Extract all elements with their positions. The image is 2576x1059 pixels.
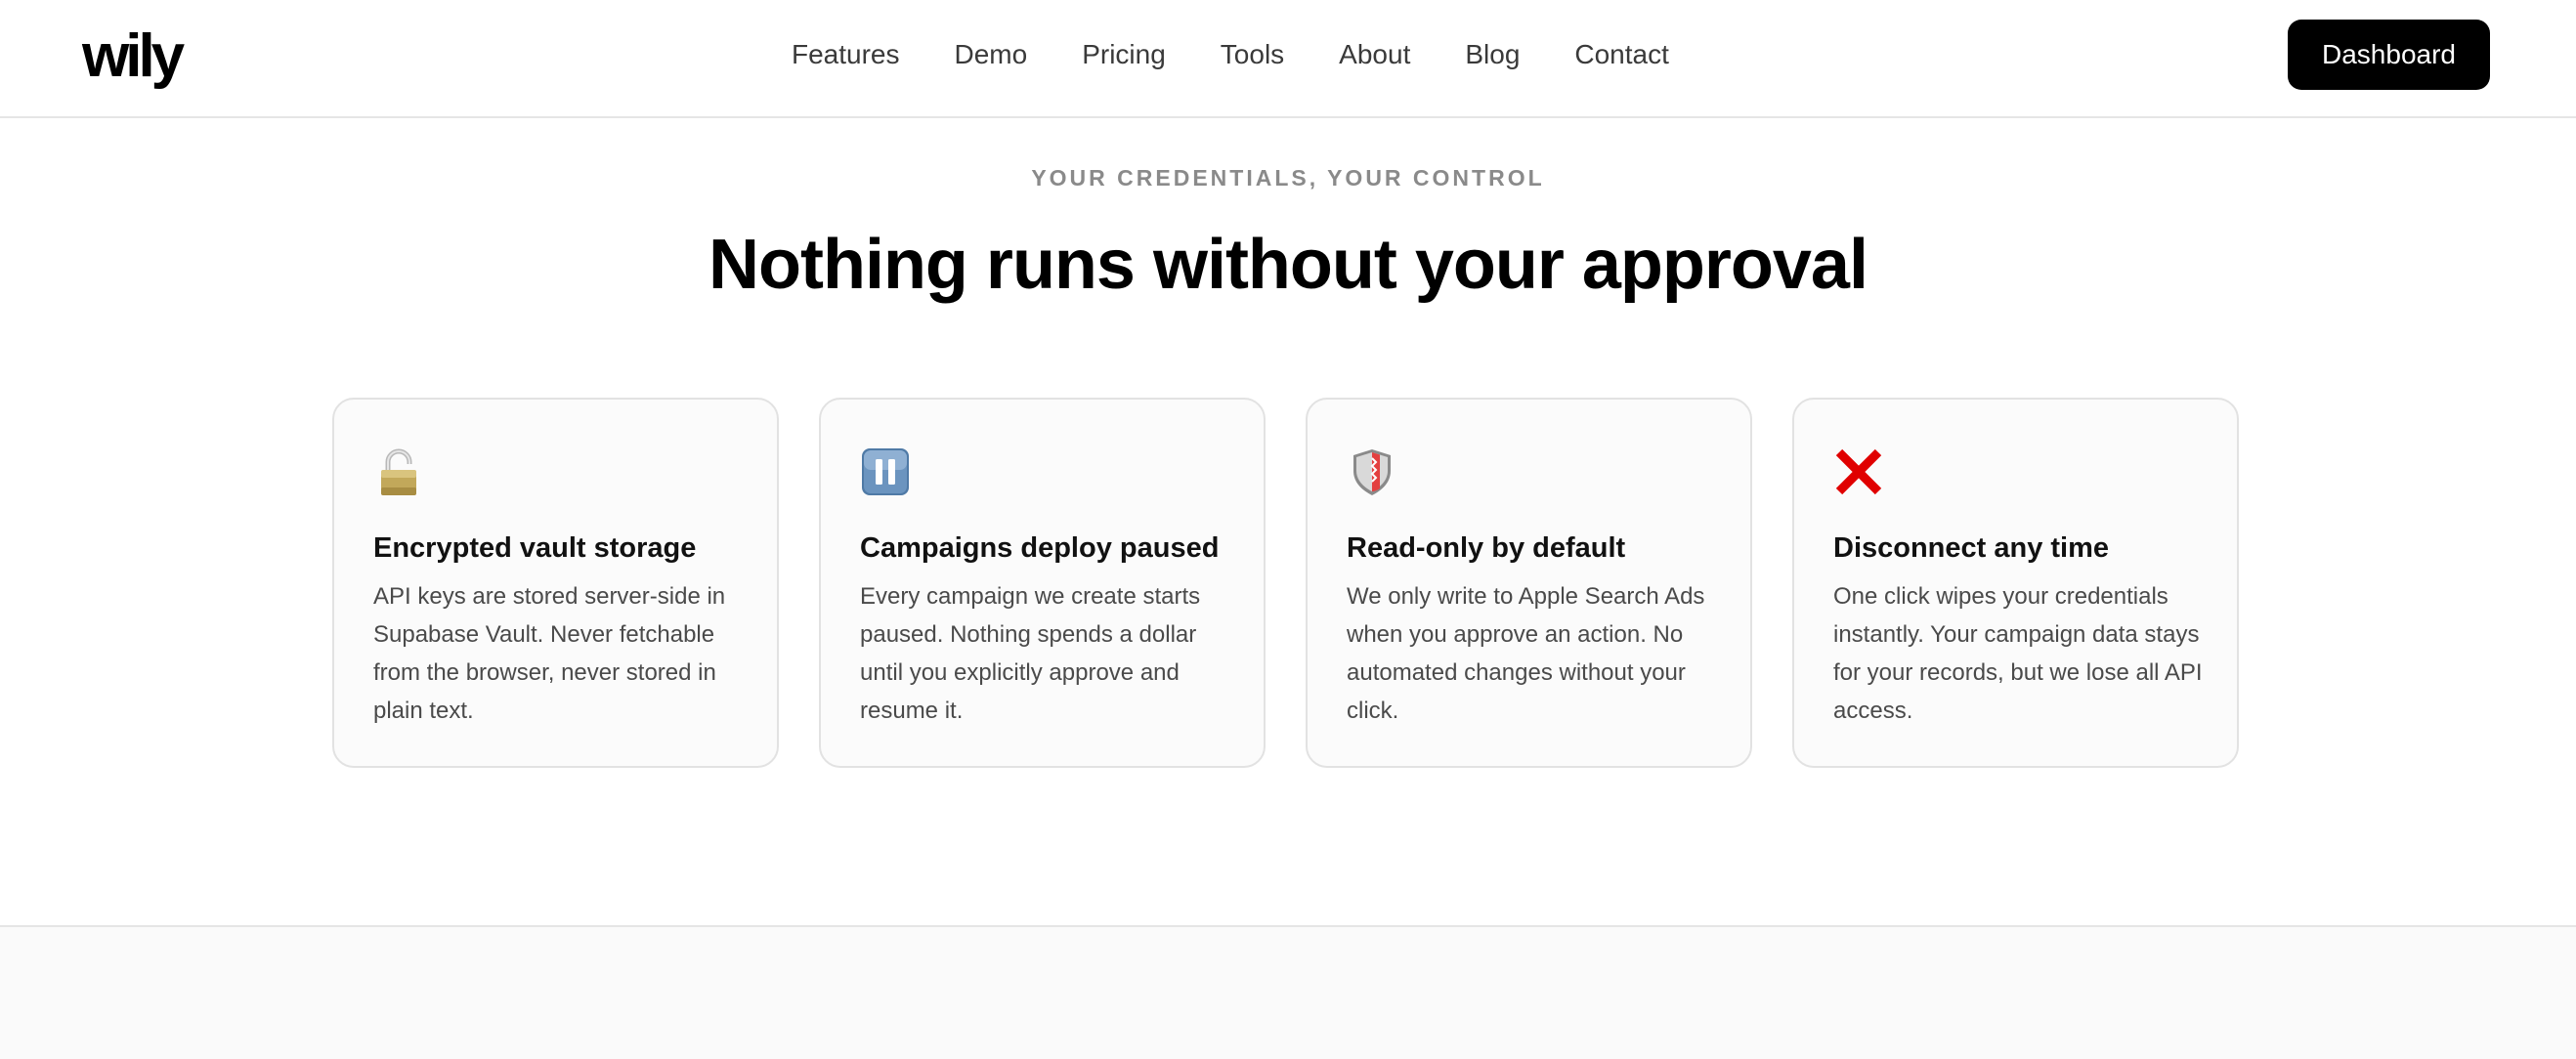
card-description: We only write to Apple Search Ads when y… <box>1347 583 1705 724</box>
nav-contact[interactable]: Contact <box>1574 35 1669 74</box>
next-section-background <box>0 925 2576 1059</box>
dashboard-button[interactable]: Dashboard <box>2288 20 2490 90</box>
main-nav: Features Demo Pricing Tools About Blog C… <box>792 35 1669 74</box>
card-title: Encrypted vault storage <box>373 532 697 564</box>
card-title: Campaigns deploy paused <box>860 532 1220 564</box>
logo[interactable]: wily <box>82 21 185 92</box>
lock-icon <box>373 446 424 497</box>
card-description: API keys are stored server-side in Supab… <box>373 583 726 724</box>
feature-card-paused: Campaigns deploy paused Every campaign w… <box>819 398 1266 768</box>
feature-card-vault: Encrypted vault storage API keys are sto… <box>332 398 779 768</box>
feature-card-readonly: Read-only by default We only write to Ap… <box>1306 398 1752 768</box>
pause-icon <box>860 446 911 497</box>
nav-features[interactable]: Features <box>792 35 900 74</box>
nav-blog[interactable]: Blog <box>1465 35 1520 74</box>
card-description: One click wipes your credentials instant… <box>1833 583 2203 724</box>
card-title: Read-only by default <box>1347 532 1626 564</box>
site-header: wily Features Demo Pricing Tools About B… <box>0 0 2576 118</box>
nav-tools[interactable]: Tools <box>1221 35 1284 74</box>
section-headline: Nothing runs without your approval <box>708 226 1868 304</box>
nav-pricing[interactable]: Pricing <box>1082 35 1166 74</box>
nav-about[interactable]: About <box>1339 35 1410 74</box>
card-description: Every campaign we create starts paused. … <box>860 583 1201 724</box>
cross-mark-icon <box>1833 446 1884 497</box>
card-title: Disconnect any time <box>1833 532 2110 564</box>
section-eyebrow: YOUR CREDENTIALS, YOUR CONTROL <box>1031 165 1545 191</box>
shield-icon <box>1347 446 1397 497</box>
nav-demo[interactable]: Demo <box>955 35 1028 74</box>
feature-card-disconnect: Disconnect any time One click wipes your… <box>1792 398 2239 768</box>
